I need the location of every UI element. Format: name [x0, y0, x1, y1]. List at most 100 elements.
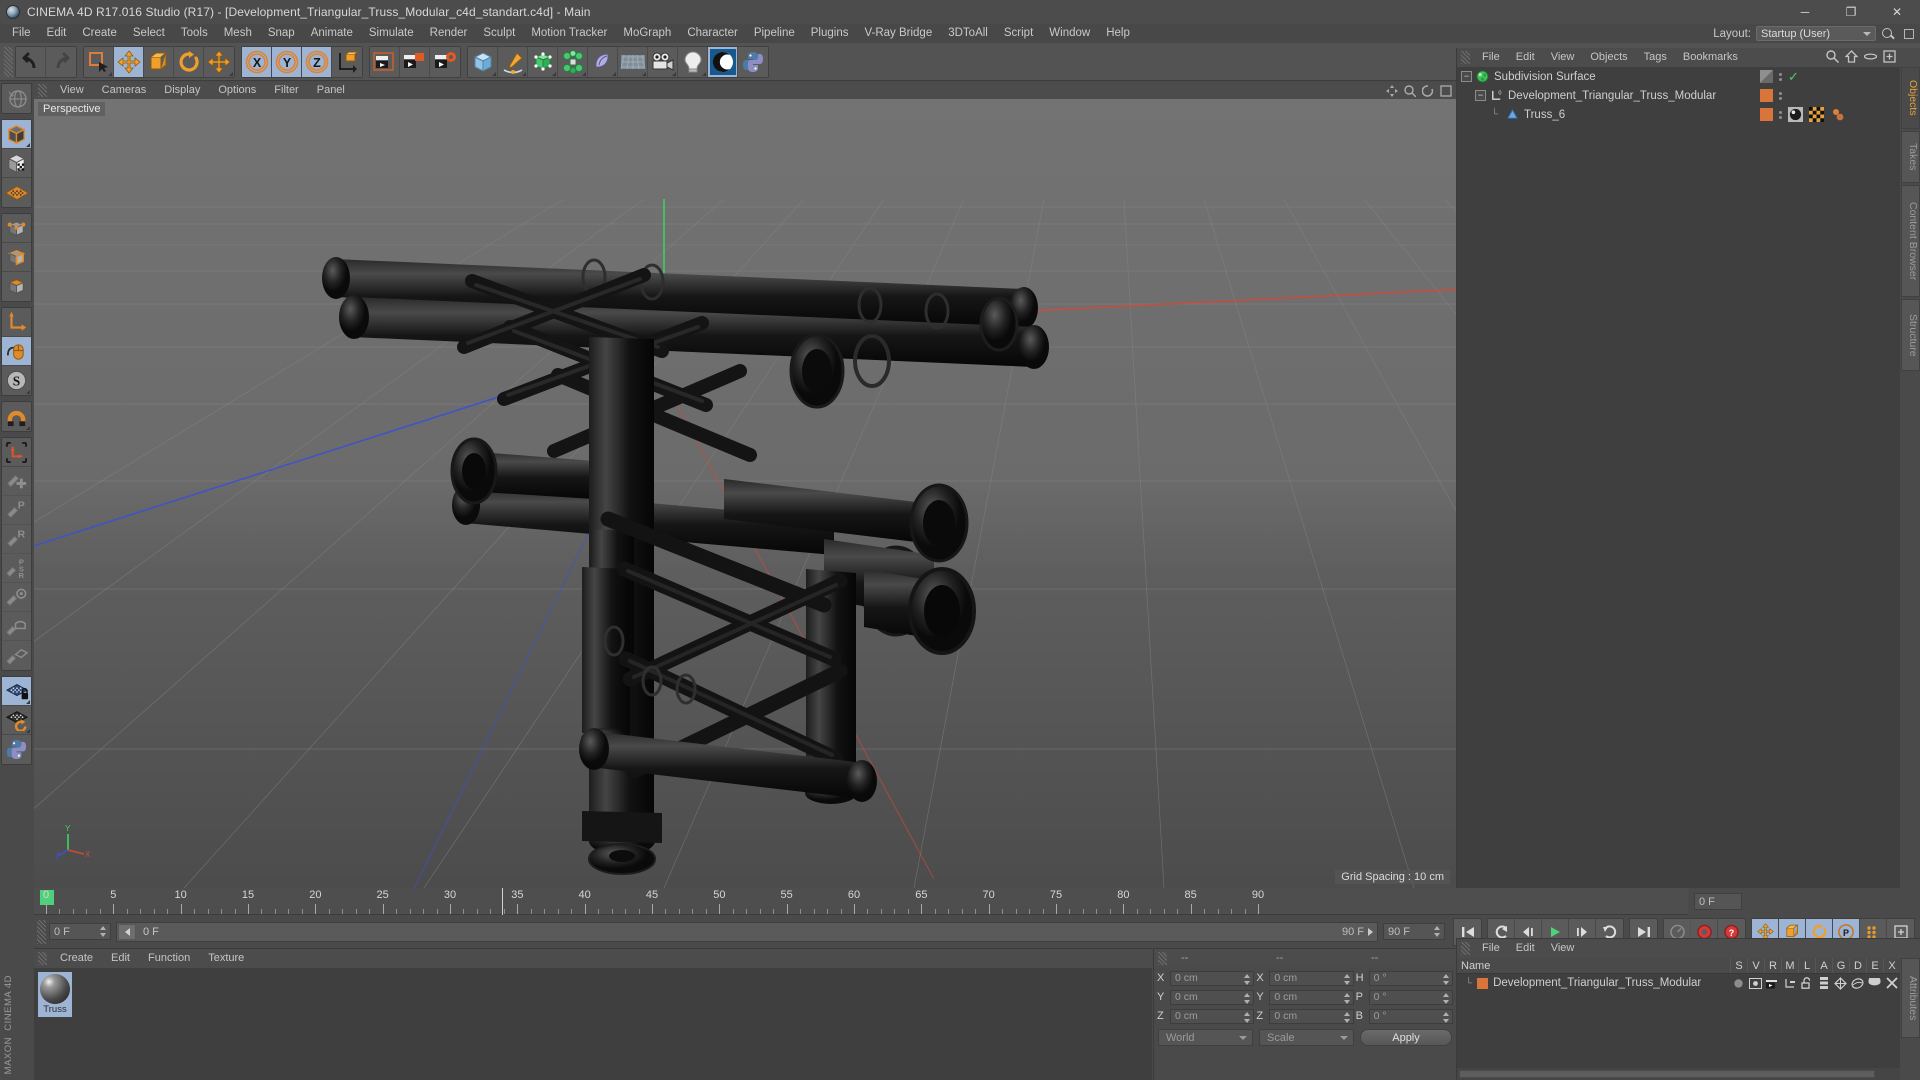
texture-mode-button[interactable]: [2, 149, 31, 178]
move-button[interactable]: [114, 46, 144, 77]
rotation-h-spinner[interactable]: [1442, 973, 1450, 985]
material-menu-create[interactable]: Create: [51, 949, 102, 968]
arc-tool-button[interactable]: [2, 612, 31, 641]
material-manager-grip[interactable]: [38, 952, 47, 965]
time-slider-knob[interactable]: [118, 923, 136, 940]
visibility-dot-icon[interactable]: [1730, 978, 1747, 989]
tab-objects[interactable]: Objects: [1901, 67, 1920, 129]
rotate-view-icon[interactable]: [1421, 84, 1434, 97]
python-button[interactable]: [738, 46, 768, 77]
viewport-menu-grip[interactable]: [38, 84, 47, 97]
rotation-tool-button[interactable]: R: [2, 525, 31, 554]
add-cube-button[interactable]: [468, 46, 498, 77]
menu-snap[interactable]: Snap: [260, 24, 303, 43]
menu-pipeline[interactable]: Pipeline: [746, 24, 803, 43]
coordinates-grip[interactable]: [1158, 951, 1167, 965]
timeline-ruler[interactable]: 0 5 10 15 20 25 30 35 40 45 50 55 60 65 70 75 80 85 90: [34, 888, 1688, 915]
minimize-button[interactable]: ─: [1782, 0, 1828, 24]
scrollbar-thumb[interactable]: [1459, 1070, 1876, 1078]
ellipse-icon[interactable]: [1863, 50, 1878, 66]
selection-tag-icon[interactable]: [1830, 107, 1845, 122]
viewport-menu-cameras[interactable]: Cameras: [93, 82, 156, 99]
object-menu-edit[interactable]: Edit: [1508, 48, 1543, 67]
position-y-spinner[interactable]: [1244, 992, 1251, 1004]
pan-view-icon[interactable]: [1386, 84, 1398, 97]
viewport-menu-display[interactable]: Display: [155, 82, 209, 99]
timeline-playhead[interactable]: [502, 888, 503, 915]
position-z-spinner[interactable]: [1244, 1011, 1251, 1023]
attribute-menu-view[interactable]: View: [1543, 939, 1583, 958]
add-point-button[interactable]: [2, 467, 31, 496]
layer-color-swatch[interactable]: [1477, 977, 1489, 989]
position-x-spinner[interactable]: [1244, 973, 1251, 985]
world-object-axis-button[interactable]: [332, 46, 362, 77]
render-to-picture-viewer-button[interactable]: [400, 46, 430, 77]
attribute-horizontal-scrollbar[interactable]: [1457, 1068, 1900, 1080]
snap-button[interactable]: [2, 402, 31, 431]
menu-sculpt[interactable]: Sculpt: [475, 24, 523, 43]
material-tag-icon[interactable]: [1788, 107, 1803, 122]
soft-selection-button[interactable]: S: [2, 366, 31, 395]
make-editable-button[interactable]: [2, 120, 31, 149]
attribute-menu-file[interactable]: File: [1474, 939, 1508, 958]
coordinate-system-dropdown[interactable]: World: [1158, 1029, 1253, 1046]
editor-visibility-icon[interactable]: [1747, 977, 1764, 989]
frame-spinner[interactable]: [100, 926, 107, 937]
maximize-button[interactable]: ❐: [1828, 0, 1874, 24]
apply-button[interactable]: Apply: [1360, 1029, 1452, 1046]
layer-list-icon[interactable]: [1815, 977, 1832, 989]
rotation-p-spinner[interactable]: [1442, 992, 1450, 1004]
hierarchy-icon[interactable]: [1781, 978, 1798, 989]
render-settings-button[interactable]: [430, 46, 460, 77]
position-y-field[interactable]: 0 cm: [1170, 989, 1255, 1005]
home-icon[interactable]: [1844, 49, 1859, 66]
viewport-menu-filter[interactable]: Filter: [265, 82, 307, 99]
size-x-field[interactable]: 0 cm: [1269, 970, 1354, 986]
x-icon[interactable]: [1883, 977, 1900, 989]
render-visibility-icon[interactable]: [1764, 978, 1781, 989]
rotation-h-field[interactable]: 0 °: [1368, 970, 1453, 986]
rotation-b-field[interactable]: 0 °: [1368, 1008, 1453, 1024]
python-script-button[interactable]: [2, 735, 31, 764]
menu-create[interactable]: Create: [74, 24, 125, 43]
menu-motion-tracker[interactable]: Motion Tracker: [523, 24, 615, 43]
add-floor-button[interactable]: [618, 46, 648, 77]
deformer-icon[interactable]: [1849, 977, 1866, 990]
add-light-button[interactable]: [678, 46, 708, 77]
menu-render[interactable]: Render: [422, 24, 476, 43]
toolbar-grip[interactable]: [4, 46, 13, 77]
size-y-field[interactable]: 0 cm: [1269, 989, 1354, 1005]
menu-file[interactable]: File: [4, 24, 39, 43]
object-axis-button[interactable]: [2, 308, 31, 337]
expand-toggle-icon[interactable]: −: [1475, 90, 1486, 101]
object-row-development-triangular-truss-modular[interactable]: − 0 Development_Triangular_Truss_Modular: [1457, 86, 1900, 105]
position-tool-button[interactable]: P: [2, 496, 31, 525]
add-deformer-button[interactable]: [558, 46, 588, 77]
layer-color-tag-icon[interactable]: [1760, 89, 1773, 102]
viewport-menu-options[interactable]: Options: [209, 82, 265, 99]
menu-select[interactable]: Select: [125, 24, 173, 43]
size-y-spinner[interactable]: [1343, 992, 1351, 1004]
search-icon[interactable]: [1881, 27, 1895, 41]
uvw-tag-icon[interactable]: [1809, 107, 1824, 122]
frame-number-field[interactable]: 0 F: [49, 923, 111, 940]
points-mode-button[interactable]: [2, 214, 31, 243]
menu-character[interactable]: Character: [679, 24, 746, 43]
cap-icon[interactable]: [1866, 978, 1883, 988]
size-x-spinner[interactable]: [1343, 973, 1351, 985]
attribute-menu-edit[interactable]: Edit: [1508, 939, 1543, 958]
timeline-grip[interactable]: [37, 919, 46, 944]
render-view-button[interactable]: [370, 46, 400, 77]
3d-viewport[interactable]: Perspective Grid Spacing : 10 cm Y X Z: [34, 99, 1456, 888]
generator-icon[interactable]: [1832, 976, 1849, 990]
object-manager-grip[interactable]: [1461, 51, 1470, 64]
polygons-mode-button[interactable]: [2, 272, 31, 301]
menu-script[interactable]: Script: [996, 24, 1041, 43]
visibility-dots-icon[interactable]: [1779, 72, 1782, 81]
layout-dropdown[interactable]: Startup (User): [1756, 26, 1876, 41]
tab-structure[interactable]: Structure: [1901, 299, 1920, 371]
current-frame-display[interactable]: 0 F: [1694, 893, 1742, 910]
lock-x-button[interactable]: X: [242, 46, 272, 77]
object-menu-bookmarks[interactable]: Bookmarks: [1675, 48, 1746, 67]
transform-mode-dropdown[interactable]: Scale: [1259, 1029, 1354, 1046]
